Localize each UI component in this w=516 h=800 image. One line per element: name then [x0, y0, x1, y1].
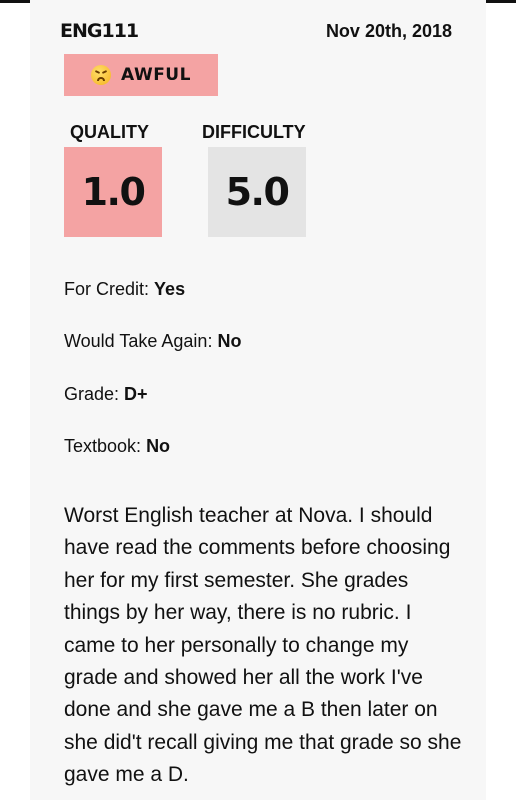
for-credit-row: For Credit: Yes [64, 279, 185, 300]
for-credit-value: Yes [154, 279, 186, 299]
textbook-label: Textbook: [64, 436, 142, 456]
would-take-again-label: Would Take Again: [64, 331, 213, 351]
quality-label: QUALITY [70, 122, 149, 142]
for-credit-label: For Credit: [64, 279, 150, 299]
rating-tag: AWFUL [64, 54, 218, 96]
grade-value: D+ [124, 384, 148, 404]
would-take-again-value: No [217, 331, 242, 351]
review-text: Worst English teacher at Nova. I should … [64, 504, 462, 787]
textbook-row: Textbook: No [64, 436, 170, 457]
course-code[interactable]: ENG111 [60, 20, 139, 42]
grade-label: Grade: [64, 384, 120, 404]
confounded-face-icon [91, 65, 112, 85]
textbook-value: No [146, 436, 171, 456]
quality-score: 1.0 [64, 147, 162, 237]
would-take-again-row: Would Take Again: No [64, 331, 241, 352]
difficulty-label: DIFFICULTY [202, 122, 306, 142]
grade-row: Grade: D+ [64, 384, 148, 405]
difficulty-score: 5.0 [208, 147, 306, 237]
rating-tag-label: AWFUL [121, 65, 191, 85]
rating-date: Nov 20th, 2018 [325, 21, 452, 41]
